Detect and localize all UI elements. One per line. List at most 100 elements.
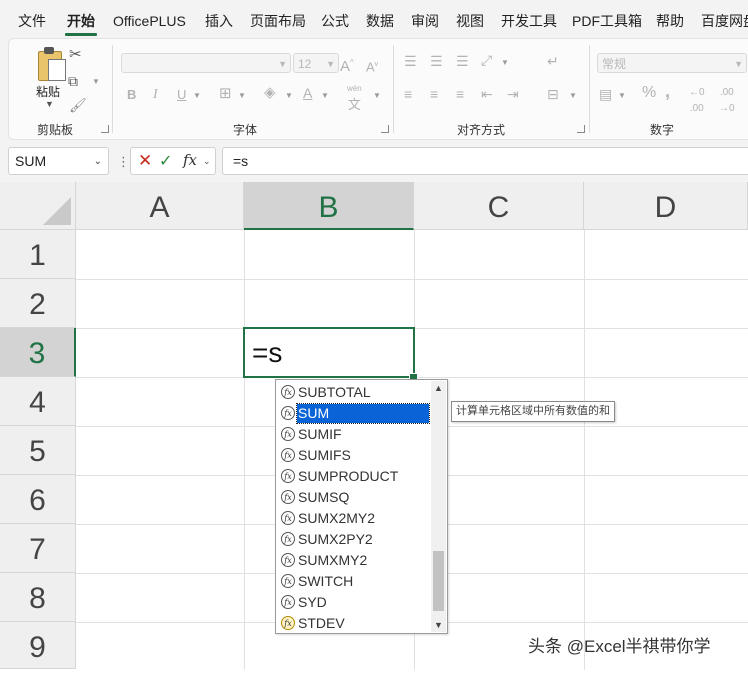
phonetic-guide-icon[interactable]: wén 文 <box>347 81 362 115</box>
name-box[interactable]: SUM ⌄ <box>8 147 109 175</box>
borders-dropdown-icon[interactable]: ▼ <box>238 91 246 100</box>
column-header-a[interactable]: A <box>76 182 244 230</box>
orientation-icon[interactable]: ⤢ <box>481 52 492 68</box>
font-launcher-icon[interactable] <box>381 125 389 133</box>
number-format-combo[interactable]: 常规 ▼ <box>597 53 747 73</box>
column-header-d[interactable]: D <box>584 182 748 230</box>
menu-data[interactable]: 数据 <box>366 0 394 38</box>
comma-style-icon[interactable]: , <box>665 82 670 100</box>
copy-icon[interactable]: ⧉ <box>68 73 78 89</box>
select-all-corner[interactable] <box>0 182 76 230</box>
menu-page-layout[interactable]: 页面布局 <box>250 0 306 38</box>
autocomplete-item-stdev[interactable]: fx STDEV <box>278 612 431 633</box>
merge-center-icon[interactable]: ⊟ <box>547 86 559 102</box>
bold-button[interactable]: B <box>127 87 136 103</box>
name-box-dropdown-icon[interactable]: ⌄ <box>94 149 102 175</box>
formula-bar-splitter-icon[interactable]: ⋮ <box>117 154 130 170</box>
row-header-9[interactable]: 9 <box>0 622 76 669</box>
menu-insert[interactable]: 插入 <box>205 0 233 38</box>
autocomplete-item-switch[interactable]: fx SWITCH <box>278 570 431 591</box>
wrap-text-icon[interactable]: ↵ <box>547 53 559 69</box>
insert-function-dropdown-icon[interactable]: ⌄ <box>203 156 211 167</box>
menu-bar: 文件 开始 OfficePLUS 插入 页面布局 公式 数据 审阅 视图 开发工… <box>0 0 748 38</box>
menu-developer[interactable]: 开发工具 <box>501 0 557 38</box>
phonetic-dropdown-icon[interactable]: ▼ <box>373 91 381 100</box>
scrollbar-thumb[interactable] <box>433 551 444 611</box>
align-center-icon[interactable]: ≡ <box>430 86 438 102</box>
column-header-c[interactable]: C <box>414 182 584 230</box>
decrease-font-size-icon[interactable]: Av <box>366 57 378 75</box>
alignment-launcher-icon[interactable] <box>577 125 585 133</box>
paste-icon[interactable] <box>38 47 66 81</box>
menu-view[interactable]: 视图 <box>456 0 484 38</box>
font-color-dropdown-icon[interactable]: ▼ <box>321 91 329 100</box>
function-autocomplete-list[interactable]: fx SUBTOTAL fx SUM fx SUMIF fx SUMIFS fx SUMP… <box>275 379 448 634</box>
row-header-4[interactable]: 4 <box>0 377 76 426</box>
menu-file[interactable]: 文件 <box>18 0 46 38</box>
row-header-5[interactable]: 5 <box>0 426 76 475</box>
autocomplete-item-sumproduct[interactable]: fx SUMPRODUCT <box>278 465 431 486</box>
menu-formulas[interactable]: 公式 <box>321 0 349 38</box>
fill-color-icon[interactable]: ◈ <box>264 85 276 101</box>
row-header-2[interactable]: 2 <box>0 279 76 328</box>
column-header-b[interactable]: B <box>244 182 414 230</box>
scroll-down-icon[interactable]: ▼ <box>431 620 446 630</box>
autocomplete-scrollbar[interactable]: ▲ ▼ <box>431 381 446 632</box>
paste-button-label[interactable]: 粘贴 <box>36 83 60 100</box>
row-header-6[interactable]: 6 <box>0 475 76 524</box>
increase-decimal-icon[interactable]: ←0.00 <box>689 85 705 117</box>
autocomplete-item-sum[interactable]: fx SUM <box>278 402 431 424</box>
paste-dropdown-icon[interactable]: ▼ <box>45 99 54 109</box>
font-name-combo[interactable]: ▼ <box>121 53 291 73</box>
active-cell-b3[interactable]: =s <box>243 327 415 378</box>
autocomplete-item-sumsq[interactable]: fx SUMSQ <box>278 486 431 507</box>
enter-check-icon[interactable]: ✓ <box>159 151 172 171</box>
menu-baidu-netdisk[interactable]: 百度网盘 <box>701 0 748 38</box>
align-right-icon[interactable]: ≡ <box>456 86 464 102</box>
row-header-7[interactable]: 7 <box>0 524 76 573</box>
autocomplete-item-syd[interactable]: fx SYD <box>278 591 431 612</box>
borders-icon[interactable]: ⊞ <box>219 86 232 102</box>
insert-function-icon[interactable]: fx <box>183 151 197 169</box>
cancel-icon[interactable]: ✕ <box>138 151 152 171</box>
formula-input[interactable]: =s <box>222 147 748 175</box>
scroll-up-icon[interactable]: ▲ <box>431 383 446 393</box>
cut-icon[interactable]: ✂ <box>69 47 82 63</box>
increase-indent-icon[interactable]: ⇥ <box>507 86 519 102</box>
font-size-combo[interactable]: 12 ▼ <box>293 53 339 73</box>
underline-button[interactable]: U <box>177 87 186 103</box>
increase-font-size-icon[interactable]: A^ <box>340 55 354 75</box>
menu-home[interactable]: 开始 <box>65 0 97 38</box>
decrease-decimal-icon[interactable]: .00 →0 <box>719 85 735 117</box>
decrease-indent-icon[interactable]: ⇤ <box>481 86 493 102</box>
autocomplete-item-sumif[interactable]: fx SUMIF <box>278 423 431 444</box>
autocomplete-item-sumx2py2[interactable]: fx SUMX2PY2 <box>278 528 431 549</box>
menu-help[interactable]: 帮助 <box>656 0 684 38</box>
menu-review[interactable]: 审阅 <box>411 0 439 38</box>
copy-dropdown-icon[interactable]: ▼ <box>92 77 100 86</box>
menu-officeplus[interactable]: OfficePLUS <box>113 0 186 38</box>
format-painter-icon[interactable]: 🖌 <box>69 97 87 113</box>
align-middle-icon[interactable]: ☰ <box>430 53 443 69</box>
align-left-icon[interactable]: ≡ <box>404 86 412 102</box>
accounting-dropdown-icon[interactable]: ▼ <box>618 91 626 100</box>
underline-dropdown-icon[interactable]: ▼ <box>193 91 201 100</box>
autocomplete-item-sumifs[interactable]: fx SUMIFS <box>278 444 431 465</box>
autocomplete-item-sumxmy2[interactable]: fx SUMXMY2 <box>278 549 431 570</box>
italic-button[interactable]: I <box>153 87 158 103</box>
accounting-format-icon[interactable]: ▤ <box>599 86 612 102</box>
merge-dropdown-icon[interactable]: ▼ <box>569 91 577 100</box>
clipboard-launcher-icon[interactable] <box>101 125 109 133</box>
font-color-icon[interactable]: A <box>303 85 312 101</box>
autocomplete-item-subtotal[interactable]: fx SUBTOTAL <box>278 381 431 402</box>
align-top-icon[interactable]: ☰ <box>404 53 417 69</box>
menu-pdf-toolbox[interactable]: PDF工具箱 <box>572 0 642 38</box>
row-header-3[interactable]: 3 <box>0 328 76 377</box>
row-header-1[interactable]: 1 <box>0 230 76 279</box>
percent-style-icon[interactable]: % <box>642 85 656 101</box>
align-bottom-icon[interactable]: ☰ <box>456 53 469 69</box>
autocomplete-item-sumx2my2[interactable]: fx SUMX2MY2 <box>278 507 431 528</box>
row-header-8[interactable]: 8 <box>0 573 76 622</box>
orientation-dropdown-icon[interactable]: ▼ <box>501 58 509 67</box>
fill-color-dropdown-icon[interactable]: ▼ <box>285 91 293 100</box>
